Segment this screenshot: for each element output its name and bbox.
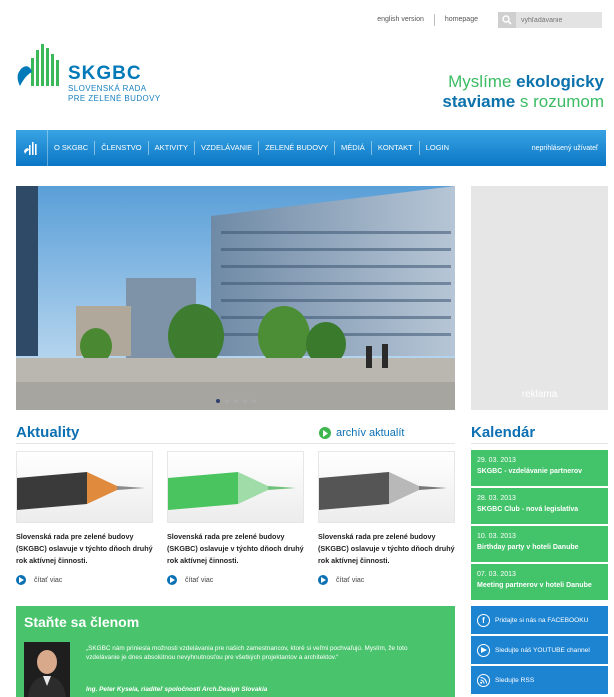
slogan: Myslíme ekologicky staviame s rozumom — [442, 72, 604, 112]
calendar-event[interactable]: 28. 03. 2013 SKGBC Club - nová legislatí… — [471, 488, 608, 524]
arrow-right-icon — [319, 427, 331, 439]
event-title: SKGBC - vzdelávanie partnerov — [477, 468, 583, 475]
nav-item-media[interactable]: MÉDIÁ — [335, 141, 372, 155]
arrow-right-icon — [167, 575, 177, 585]
homepage-link[interactable]: homepage — [435, 14, 488, 26]
news-archive-link[interactable]: archív aktualít — [319, 427, 404, 439]
testimonial-quote: „SKGBC nám priniesla možnosti vzdelávani… — [86, 645, 408, 661]
read-more-label: čítať viac — [34, 576, 63, 584]
nav-home-button[interactable] — [16, 130, 48, 166]
rss-link[interactable]: Sledujte RSS — [471, 666, 608, 694]
news-text: Slovenská rada pre zelené budovy (SKGBC)… — [318, 532, 455, 565]
slider-dot[interactable] — [242, 399, 247, 403]
social-links: f Pridajte si nás na FACEBOOKU Sledujte … — [471, 606, 608, 696]
read-more-link[interactable]: čítať viac — [16, 575, 153, 585]
event-title: Meeting partnerov v hoteli Danube — [477, 582, 592, 589]
facebook-link[interactable]: f Pridajte si nás na FACEBOOKU — [471, 606, 608, 634]
calendar-event[interactable]: 10. 03. 2013 Birthday party v hoteli Dan… — [471, 526, 608, 562]
event-title: Birthday party v hoteli Danube — [477, 544, 579, 551]
news-heading: Aktuality — [16, 424, 80, 441]
membership-box[interactable]: Staňte sa členom „SKGBC nám priniesla mo… — [16, 606, 455, 697]
news-image — [318, 451, 455, 523]
slider-dot[interactable] — [224, 399, 229, 403]
nav-item-clenstvo[interactable]: ČLENSTVO — [95, 141, 149, 155]
calendar-list: 29. 03. 2013 SKGBC - vzdelávanie partner… — [471, 450, 608, 602]
pencil-green-icon — [168, 472, 296, 510]
read-more-link[interactable]: čítať viac — [167, 575, 304, 585]
nav-item-login[interactable]: LOGIN — [420, 141, 455, 155]
testimonial-author: Ing. Peter Kysela, riaditeľ spoločnosti … — [86, 686, 268, 693]
slider-dots — [16, 399, 455, 403]
person-photo — [24, 642, 70, 697]
facebook-icon: f — [477, 613, 490, 627]
main-nav: O SKGBC ČLENSTVO AKTIVITY VZDELÁVANIE ZE… — [16, 130, 606, 166]
divider — [471, 443, 608, 444]
search-button[interactable] — [498, 12, 516, 28]
search-icon — [502, 15, 512, 25]
event-date: 29. 03. 2013 — [477, 457, 516, 464]
facebook-label: Pridajte si nás na FACEBOOKU — [495, 616, 589, 624]
read-more-link[interactable]: čítať viac — [318, 575, 455, 585]
english-version-link[interactable]: english version — [367, 14, 435, 26]
news-text: Slovenská rada pre zelené budovy (SKGBC)… — [167, 532, 304, 565]
user-status: neprihlásený užívateľ — [531, 144, 598, 152]
slogan-part: Myslíme — [448, 72, 517, 91]
pencil-orange-icon — [17, 472, 145, 510]
read-more-label: čítať viac — [185, 576, 214, 584]
news-text: Slovenská rada pre zelené budovy (SKGBC)… — [16, 532, 153, 565]
membership-heading: Staňte sa členom — [24, 614, 140, 630]
skgbc-logo-mark — [17, 44, 59, 86]
news-archive-label: archív aktualít — [336, 427, 405, 439]
ad-label: reklama — [521, 389, 558, 400]
search-box — [498, 12, 602, 28]
event-date: 28. 03. 2013 — [477, 495, 516, 502]
slider-dot[interactable] — [251, 399, 256, 403]
calendar-event[interactable]: 07. 03. 2013 Meeting partnerov v hoteli … — [471, 564, 608, 600]
event-date: 07. 03. 2013 — [477, 571, 516, 578]
search-input[interactable] — [516, 12, 602, 28]
calendar-event[interactable]: 29. 03. 2013 SKGBC - vzdelávanie partner… — [471, 450, 608, 486]
nav-item-kontakt[interactable]: KONTAKT — [372, 141, 420, 155]
calendar-heading: Kalendár — [471, 424, 536, 441]
slider-dot[interactable] — [233, 399, 238, 403]
news-image — [16, 451, 153, 523]
read-more-label: čítať viac — [336, 576, 365, 584]
news-card[interactable]: Slovenská rada pre zelené budovy (SKGBC)… — [318, 451, 455, 585]
top-bar: english version homepage — [367, 10, 602, 30]
rss-icon — [477, 673, 490, 687]
arrow-right-icon — [16, 575, 26, 585]
pencil-grey-icon — [319, 472, 447, 510]
slider-dot[interactable] — [215, 399, 220, 403]
hero-slider[interactable] — [16, 186, 455, 410]
slogan-emphasis: ekologicky — [516, 72, 604, 91]
nav-item-o-skgbc[interactable]: O SKGBC — [48, 141, 96, 155]
nav-item-zelene-budovy[interactable]: ZELENÉ BUDOVY — [259, 141, 336, 155]
youtube-icon — [477, 643, 490, 657]
testimonial-photo — [24, 642, 70, 697]
ad-banner[interactable]: reklama — [471, 186, 608, 410]
nav-item-vzdelavanie[interactable]: VZDELÁVANIE — [195, 141, 260, 155]
nav-item-aktivity[interactable]: AKTIVITY — [149, 141, 195, 155]
event-title: SKGBC Club - nová legislatíva — [477, 506, 579, 513]
news-image — [167, 451, 304, 523]
brand-subtitle-2: PRE ZELENÉ BUDOVY — [68, 94, 161, 103]
news-card[interactable]: Slovenská rada pre zelené budovy (SKGBC)… — [16, 451, 153, 585]
brand-name: SKGBC — [68, 63, 142, 84]
site-logo[interactable]: SKGBC SLOVENSKÁ RADA PRE ZELENÉ BUDOVY — [16, 40, 161, 104]
home-logo-icon — [23, 142, 37, 155]
hero-image — [16, 186, 455, 410]
youtube-label: Sledujte náš YOUTUBE channel — [495, 646, 590, 654]
slogan-emphasis: staviame — [442, 92, 516, 111]
brand-subtitle-1: SLOVENSKÁ RADA — [68, 84, 147, 93]
youtube-link[interactable]: Sledujte náš YOUTUBE channel — [471, 636, 608, 664]
news-card[interactable]: Slovenská rada pre zelené budovy (SKGBC)… — [167, 451, 304, 585]
rss-label: Sledujte RSS — [495, 676, 535, 684]
event-date: 10. 03. 2013 — [477, 533, 516, 540]
arrow-right-icon — [318, 575, 328, 585]
divider — [16, 443, 455, 444]
slogan-part: s rozumom — [515, 92, 604, 111]
